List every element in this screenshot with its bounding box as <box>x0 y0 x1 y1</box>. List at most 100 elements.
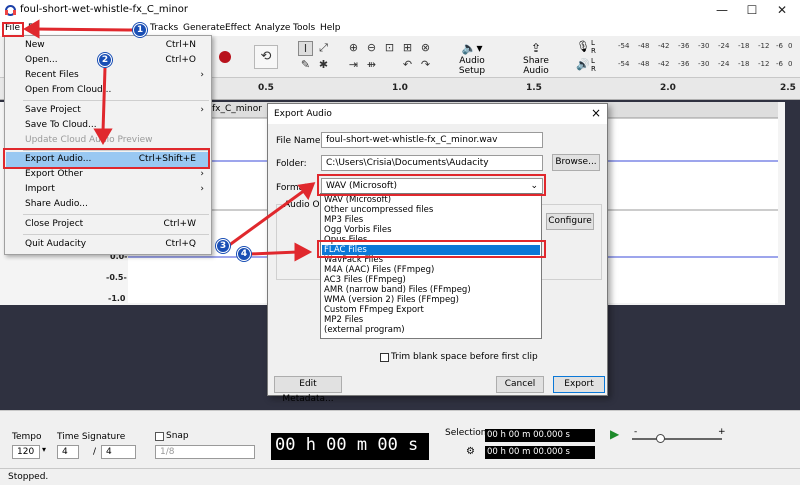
time-sig-denominator[interactable]: 4 <box>101 445 136 459</box>
fit-selection-icon[interactable]: ⊡ <box>382 41 397 56</box>
format-option-mp3[interactable]: MP3 Files <box>322 215 540 225</box>
record-button[interactable] <box>219 51 231 63</box>
snap-checkbox[interactable] <box>155 432 164 441</box>
loop-button[interactable]: ⟲ <box>254 45 278 69</box>
file-name-input[interactable]: foul-short-wet-whistle-fx_C_minor.wav <box>321 132 543 148</box>
configure-button[interactable]: Configure <box>546 213 594 230</box>
browse-button[interactable]: Browse... <box>552 154 600 171</box>
step-badge-1: 1 <box>133 23 147 37</box>
format-option-ogg[interactable]: Ogg Vorbis Files <box>322 225 540 235</box>
menu-item-import[interactable]: Import › <box>6 182 210 197</box>
menu-item-open-from-cloud[interactable]: Open From Cloud... <box>6 83 210 98</box>
menu-item-save-to-cloud[interactable]: Save To Cloud... <box>6 118 210 133</box>
fit-project-icon[interactable]: ⊞ <box>400 41 415 56</box>
minimize-button[interactable]: — <box>708 3 736 17</box>
speed-slider-track[interactable] <box>632 438 722 440</box>
time-display[interactable]: 00 h 00 m 00 s <box>271 433 429 460</box>
play-meter-channel-r: R <box>591 65 596 73</box>
snap-select[interactable]: 1/8 <box>155 445 255 459</box>
tempo-input[interactable]: 120 <box>12 445 40 459</box>
submenu-arrow-icon: › <box>200 169 204 179</box>
meter-tick: -18 <box>738 60 750 68</box>
speed-min: - <box>634 427 638 437</box>
menu-item-recent-files[interactable]: Recent Files › <box>6 68 210 83</box>
speed-slider-thumb[interactable] <box>656 434 665 443</box>
undo-icon[interactable]: ↶ <box>400 58 415 73</box>
menu-item-export-other[interactable]: Export Other › <box>6 167 210 182</box>
step-badge-3: 3 <box>216 239 230 253</box>
format-option-external[interactable]: (external program) <box>322 325 540 335</box>
menu-generate[interactable]: Generate <box>183 22 225 35</box>
folder-input[interactable]: C:\Users\Crisia\Documents\Audacity <box>321 155 543 171</box>
format-option-wma[interactable]: WMA (version 2) Files (FFmpeg) <box>322 295 540 305</box>
menu-bar: File Ed Tracks Generate Effect Analyze T… <box>0 22 800 36</box>
cancel-button[interactable]: Cancel <box>496 376 544 393</box>
upload-icon: ⇪ <box>530 41 542 55</box>
format-option-wav[interactable]: WAV (Microsoft) <box>322 195 540 205</box>
format-option-amr[interactable]: AMR (narrow band) Files (FFmpeg) <box>322 285 540 295</box>
export-button[interactable]: Export <box>553 376 605 393</box>
multi-tool-icon[interactable]: ✱ <box>316 58 331 73</box>
menu-separator <box>23 214 209 215</box>
time-signature-label: Time Signature <box>57 432 126 442</box>
snap-to-icon[interactable]: ⚙ <box>466 446 475 457</box>
playback-meter[interactable]: -54 -48 -42 -36 -30 -24 -18 -12 -6 0 <box>600 58 795 72</box>
shortcut: Ctrl+Q <box>165 239 196 249</box>
menu-help[interactable]: Help <box>320 22 341 35</box>
annotation-box-flac <box>317 240 546 258</box>
zoom-in-icon[interactable]: ⊕ <box>346 41 361 56</box>
selection-end-value: 00 h 00 m 00.000 s <box>487 447 570 457</box>
menu-analyze[interactable]: Analyze <box>255 22 290 35</box>
menu-edit[interactable]: Ed <box>28 22 39 35</box>
trim-icon[interactable]: ⇥ <box>346 58 361 73</box>
selection-end[interactable]: 00 h 00 m 00.000 s <box>485 446 595 459</box>
zoom-toggle-icon[interactable]: ⊗ <box>418 41 433 56</box>
menu-item-save-project[interactable]: Save Project › <box>6 103 210 118</box>
record-meter[interactable]: -54 -48 -42 -36 -30 -24 -18 -12 -6 0 <box>600 40 795 54</box>
envelope-tool-icon[interactable]: ⤢ <box>316 41 331 56</box>
meter-tick: -6 <box>776 42 783 50</box>
ruler-tick: 1.5 <box>526 83 542 93</box>
silence-icon[interactable]: ⇻ <box>364 58 379 73</box>
format-option-m4a[interactable]: M4A (AAC) Files (FFmpeg) <box>322 265 540 275</box>
audio-setup-button[interactable]: 🔈▾ Audio Setup <box>446 40 498 76</box>
menu-tools[interactable]: Tools <box>293 22 315 35</box>
dialog-close-icon[interactable]: × <box>591 106 601 120</box>
format-label: Format: <box>276 183 311 193</box>
menu-item-label: Update Cloud Audio Preview <box>25 135 153 145</box>
share-audio-button[interactable]: ⇪ Share Audio <box>510 40 562 76</box>
speaker-meter-icon: 🔊 <box>576 58 590 71</box>
time-display-value: 00 h 00 m 00 s <box>275 435 419 455</box>
meter-tick: -30 <box>698 60 710 68</box>
tempo-stepper-icon[interactable]: ▾ <box>42 445 46 454</box>
menu-item-label: Recent Files <box>25 70 79 80</box>
selection-start[interactable]: 00 h 00 m 00.000 s <box>485 429 595 442</box>
menu-tracks[interactable]: Tracks <box>150 22 178 35</box>
draw-tool-icon[interactable]: ✎ <box>298 58 313 73</box>
mic-icon: 🎙 <box>576 40 590 53</box>
menu-item-close-project[interactable]: Close Project Ctrl+W <box>6 217 210 232</box>
time-sig-numerator[interactable]: 4 <box>57 445 79 459</box>
step-badge-2: 2 <box>98 53 112 67</box>
play-at-speed-icon[interactable]: ▶ <box>610 427 619 441</box>
selection-tool-icon[interactable]: I <box>298 41 313 56</box>
close-window-button[interactable]: ✕ <box>768 3 796 17</box>
submenu-arrow-icon: › <box>200 70 204 80</box>
format-option-uncompressed[interactable]: Other uncompressed files <box>322 205 540 215</box>
format-option-mp2[interactable]: MP2 Files <box>322 315 540 325</box>
menu-item-share-audio[interactable]: Share Audio... <box>6 197 210 212</box>
format-option-custom-ffmpeg[interactable]: Custom FFmpeg Export <box>322 305 540 315</box>
menu-item-label: Close Project <box>25 219 84 229</box>
zoom-out-icon[interactable]: ⊖ <box>364 41 379 56</box>
menu-item-new[interactable]: New Ctrl+N <box>6 38 210 53</box>
redo-icon[interactable]: ↷ <box>418 58 433 73</box>
menu-effect[interactable]: Effect <box>225 22 251 35</box>
maximize-button[interactable]: ☐ <box>738 3 766 17</box>
selection-label: Selection <box>445 428 487 438</box>
speed-max: + <box>718 427 726 437</box>
trim-checkbox[interactable] <box>380 353 389 362</box>
edit-metadata-button[interactable]: Edit Metadata... <box>274 376 342 404</box>
format-option-ac3[interactable]: AC3 Files (FFmpeg) <box>322 275 540 285</box>
menu-item-quit[interactable]: Quit Audacity Ctrl+Q <box>6 237 210 252</box>
meter-tick: -48 <box>638 60 650 68</box>
